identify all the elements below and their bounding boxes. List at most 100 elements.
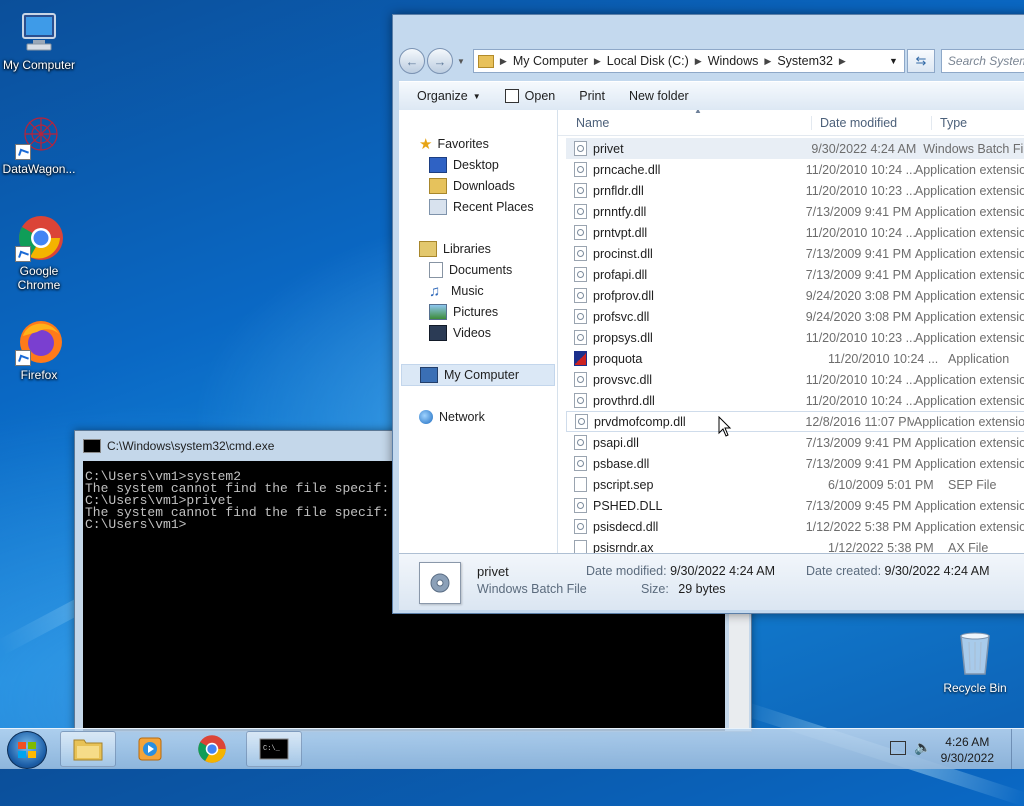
forward-button[interactable]: → — [427, 48, 453, 74]
taskbar-explorer-button[interactable] — [60, 731, 116, 767]
breadcrumb-separator-icon[interactable]: ▶ — [498, 56, 509, 67]
file-row[interactable]: psapi.dll 7/13/2009 9:41 PM Application ex… — [566, 432, 1024, 453]
column-header-name[interactable]: Name — [558, 115, 812, 130]
file-date: 11/20/2010 10:23 ... — [805, 183, 915, 198]
nav-music[interactable]: ♫ Music — [429, 281, 484, 301]
taskbar-media-player-button[interactable] — [122, 731, 178, 767]
file-row[interactable]: prvdmofcomp.dll 12/8/2016 11:07 PM Applica… — [566, 411, 1024, 432]
column-header-type[interactable]: Type — [932, 116, 967, 130]
breadcrumb-separator-icon[interactable]: ▶ — [762, 56, 773, 67]
file-type: Application extension — [914, 225, 1024, 240]
file-row[interactable]: procinst.dll 7/13/2009 9:41 PM Application… — [566, 243, 1024, 264]
recent-pages-chevron-icon[interactable]: ▼ — [457, 57, 465, 66]
nav-network[interactable]: Network — [419, 407, 485, 427]
file-type: Application extension — [914, 246, 1024, 261]
column-header-date[interactable]: Date modified — [812, 115, 932, 130]
system-clock[interactable]: 4:26 AM 9/30/2022 — [941, 734, 994, 766]
file-row[interactable]: psbase.dll 7/13/2009 9:41 PM Application e… — [566, 453, 1024, 474]
file-name: propsys.dll — [593, 330, 653, 345]
nav-libraries[interactable]: Libraries — [419, 239, 491, 259]
desktop-icon-datawagon[interactable]: DataWagon... — [0, 112, 78, 176]
new-folder-button[interactable]: New folder — [617, 89, 701, 103]
file-row[interactable]: prnfldr.dll 11/20/2010 10:23 ... Applicati… — [566, 180, 1024, 201]
breadcrumb-system32[interactable]: System32 — [773, 54, 837, 68]
file-row[interactable]: prncache.dll 11/20/2010 10:24 ... Applicat… — [566, 159, 1024, 180]
organize-button[interactable]: Organize ▼ — [399, 89, 493, 103]
file-row[interactable]: profapi.dll 7/13/2009 9:41 PM Application … — [566, 264, 1024, 285]
datawagon-icon — [15, 112, 63, 160]
dll-icon — [574, 204, 587, 219]
nav-videos[interactable]: Videos — [429, 323, 491, 343]
file-row[interactable]: propsys.dll 11/20/2010 10:23 ... Applicati… — [566, 327, 1024, 348]
file-name-cell: PSHED.DLL — [566, 498, 798, 513]
file-row[interactable]: prnntfy.dll 7/13/2009 9:41 PM Application … — [566, 201, 1024, 222]
show-desktop-button[interactable] — [1011, 729, 1024, 769]
open-button[interactable]: Open — [493, 89, 568, 103]
nav-favorites[interactable]: ★ Favorites — [419, 134, 489, 154]
file-name: provthrd.dll — [593, 393, 655, 408]
file-type: AX File — [948, 540, 989, 554]
file-date: 7/13/2009 9:41 PM — [805, 267, 912, 282]
file-date: 7/13/2009 9:45 PM — [805, 498, 912, 513]
file-name: proquota — [593, 351, 643, 366]
desktop-folder-icon — [429, 157, 447, 173]
nav-my-computer[interactable]: My Computer — [401, 364, 555, 386]
file-row[interactable]: privet 9/30/2022 4:24 AM Windows Batch Fil… — [566, 138, 1024, 159]
clock-date: 9/30/2022 — [940, 751, 994, 765]
file-type: Windows Batch File — [923, 141, 1024, 156]
back-button[interactable]: ← — [399, 48, 425, 74]
cmd-title: C:\Windows\system32\cmd.exe — [107, 439, 275, 453]
refresh-button[interactable]: ⇆ — [906, 49, 935, 73]
firefox-icon — [15, 318, 63, 366]
address-dropdown-icon[interactable]: ▼ — [889, 56, 898, 66]
file-name: prnntfy.dll — [593, 204, 647, 219]
nav-desktop[interactable]: Desktop — [429, 155, 499, 175]
windows-logo-icon — [18, 742, 36, 758]
breadcrumb-separator-icon[interactable]: ▶ — [837, 56, 848, 67]
shortcut-arrow-icon — [15, 350, 31, 366]
cmd-scrollbar[interactable] — [729, 611, 749, 729]
file-row[interactable]: psisrndr.ax 1/12/2022 5:38 PM AX File — [566, 537, 1024, 553]
desktop-icon-label: Firefox — [20, 368, 58, 382]
nav-documents[interactable]: Documents — [429, 260, 512, 280]
tray-network-icon[interactable] — [890, 741, 906, 755]
file-row[interactable]: profprov.dll 9/24/2020 3:08 PM Application… — [566, 285, 1024, 306]
file-type: Application extension — [914, 330, 1024, 345]
dll-icon — [574, 435, 587, 450]
dll-icon — [574, 246, 587, 261]
file-row[interactable]: provthrd.dll 11/20/2010 10:24 ... Applicat… — [566, 390, 1024, 411]
nav-downloads[interactable]: Downloads — [429, 176, 515, 196]
desktop-icon-my-computer[interactable]: My Computer — [0, 8, 78, 72]
breadcrumb[interactable]: ▶ My Computer ▶ Local Disk (C:) ▶ Window… — [472, 49, 905, 73]
videos-icon — [429, 325, 447, 341]
tray-volume-icon[interactable]: 🔈 — [914, 739, 931, 756]
start-button[interactable] — [7, 731, 47, 769]
file-row[interactable]: provsvc.dll 11/20/2010 10:24 ... Applicati… — [566, 369, 1024, 390]
file-type: Application extension — [914, 372, 1024, 387]
breadcrumb-separator-icon[interactable]: ▶ — [592, 56, 603, 67]
file-row[interactable]: PSHED.DLL 7/13/2009 9:45 PM Application ex… — [566, 495, 1024, 516]
file-row[interactable]: profsvc.dll 9/24/2020 3:08 PM Application … — [566, 306, 1024, 327]
desktop-icon-firefox[interactable]: Firefox — [0, 318, 78, 382]
file-icon — [574, 540, 587, 553]
file-row[interactable]: psisdecd.dll 1/12/2022 5:38 PM Application… — [566, 516, 1024, 537]
taskbar-chrome-button[interactable] — [184, 731, 240, 767]
dll-icon — [574, 162, 587, 177]
file-name-cell: proquota — [566, 351, 820, 366]
desktop-icon-chrome[interactable]: Google Chrome — [0, 214, 78, 292]
print-button[interactable]: Print — [567, 89, 617, 103]
search-input[interactable]: Search System32 — [940, 49, 1024, 73]
file-row[interactable]: prntvpt.dll 11/20/2010 10:24 ... Applicati… — [566, 222, 1024, 243]
breadcrumb-windows[interactable]: Windows — [704, 54, 763, 68]
explorer-window[interactable]: ← → ▼ ▶ My Computer ▶ Local Disk (C:) ▶ … — [392, 14, 1024, 614]
nav-pictures[interactable]: Pictures — [429, 302, 498, 322]
file-date: 11/20/2010 10:24 ... — [805, 393, 915, 408]
breadcrumb-my-computer[interactable]: My Computer — [509, 54, 592, 68]
desktop-icon-recycle-bin[interactable]: Recycle Bin — [940, 628, 1010, 695]
breadcrumb-separator-icon[interactable]: ▶ — [693, 56, 704, 67]
nav-recent-places[interactable]: Recent Places — [429, 197, 534, 217]
file-row[interactable]: proquota 11/20/2010 10:24 ... Application — [566, 348, 1024, 369]
file-row[interactable]: pscript.sep 6/10/2009 5:01 PM SEP File — [566, 474, 1024, 495]
taskbar-cmd-button[interactable]: C:\_ — [246, 731, 302, 767]
breadcrumb-local-disk[interactable]: Local Disk (C:) — [603, 54, 693, 68]
